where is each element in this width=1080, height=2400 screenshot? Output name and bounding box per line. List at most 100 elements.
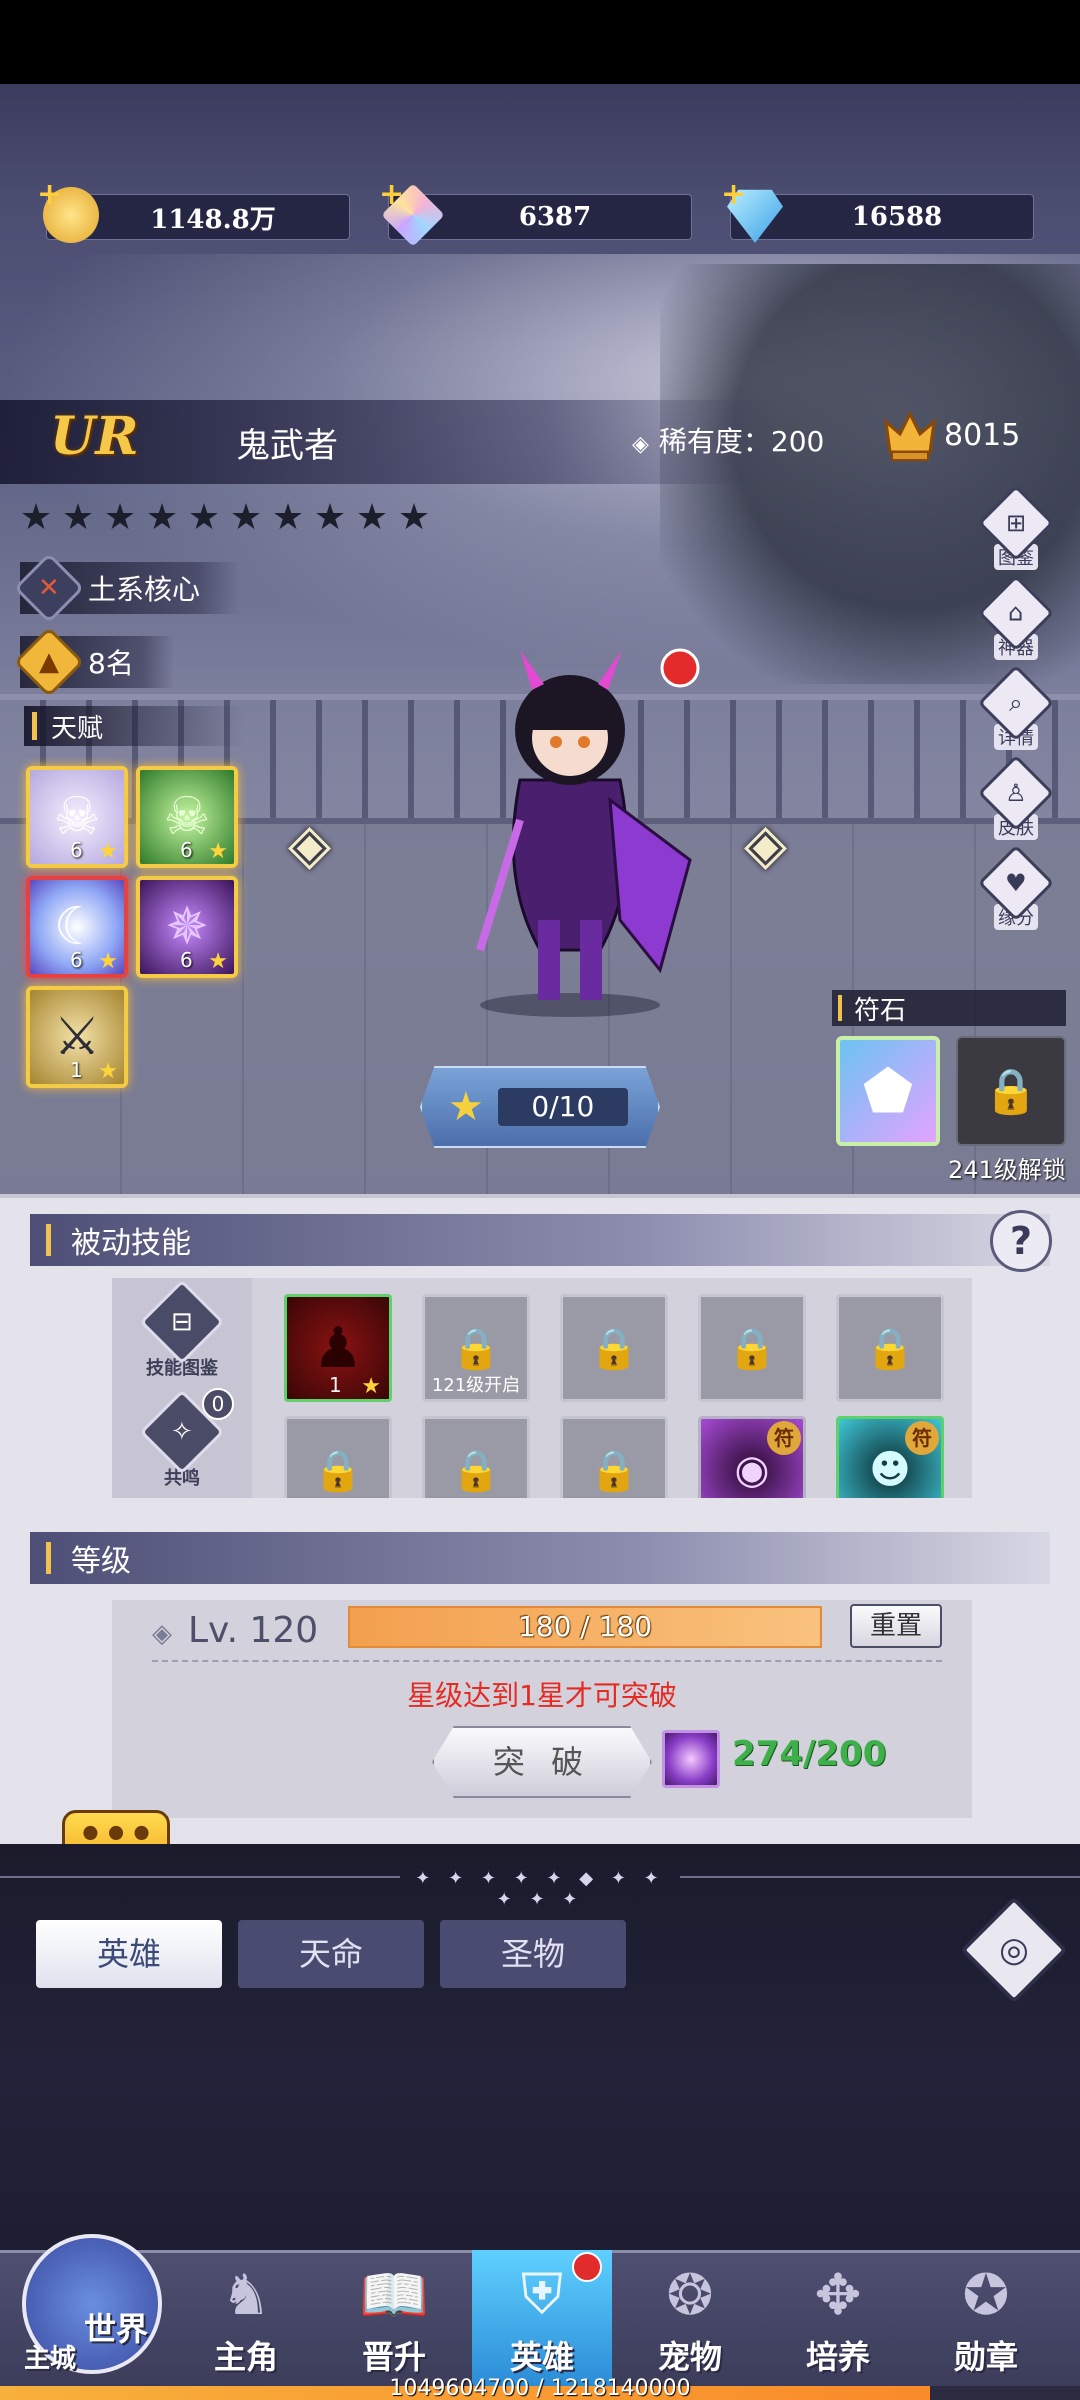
nav-city-label: 主城 [24,2344,77,2374]
crystal-amount: 6387 [518,202,592,232]
lock-icon: 🔒 [313,1447,363,1494]
faction-icon: ✕ [13,552,85,624]
reset-button[interactable]: 重置 [850,1604,942,1648]
shirt-icon: ♙ [977,754,1055,832]
add-crystal-icon[interactable]: + [379,177,404,212]
star-icon: ★ [271,497,305,538]
divider [680,1876,1080,1878]
passive-slot-8[interactable]: 🔒 [560,1416,668,1498]
rune-slot-2-locked[interactable]: 🔒 [956,1036,1066,1146]
star-icon: ★ [313,497,347,538]
nav-medal[interactable]: ✪ 勋章 [916,2250,1056,2388]
diamond-small-icon: ◈ [632,432,649,457]
star-up-button[interactable]: ★ 0/10 [420,1066,660,1148]
level-section-header: 等级 [30,1532,1050,1584]
hero-name: 鬼武者 [236,426,338,466]
shadow-figure-icon: ♟ [312,1315,364,1381]
passive-slot-1[interactable]: ♟ 1 ★ [284,1294,392,1402]
talent-skill-2[interactable]: ☠ 6 ★ [136,766,238,868]
prev-hero-arrow[interactable]: ◈ [288,812,338,877]
passive-slot-7[interactable]: 🔒 [422,1416,530,1498]
passive-rune-slot-1[interactable]: ◉ 符 [698,1416,806,1498]
lock-icon: 🔒 [451,1447,501,1494]
hero-character-sprite[interactable] [440,620,700,1020]
passive-title: 被动技能 [71,1226,191,1261]
gold-currency[interactable]: + 1148.8万 [37,177,350,243]
gold-amount: 1148.8万 [150,204,276,235]
talent-skill-1[interactable]: ☠ 6 ★ [26,766,128,868]
player-exp-text: 1049604700 / 1218140000 [389,2376,691,2400]
codex-icon: ⊞ [977,484,1055,562]
star-icon: ★ [103,497,137,538]
skill-codex-icon: ⊟ [139,1279,225,1365]
star-icon: ★ [208,839,228,864]
passive-slot-2[interactable]: 🔒 121级开启 [422,1294,530,1402]
passive-slot-3[interactable]: 🔒 [560,1294,668,1402]
rune-slot-1[interactable]: ⬟ [836,1036,940,1146]
tab-destiny[interactable]: 天命 [238,1920,424,1988]
rune-badge: 符 [767,1421,801,1455]
eye-icon: ◎ [999,1930,1029,1970]
star-icon: ★ [98,1059,118,1084]
breakthrough-button[interactable]: 突 破 [432,1726,652,1798]
side-bond-button[interactable]: ♥ 缘分 [977,844,1055,938]
side-skin-button[interactable]: ♙ 皮肤 [977,754,1055,848]
star-rating: ★ ★ ★ ★ ★ ★ ★ ★ ★ ★ [18,500,432,536]
resonance-count-badge: 0 [202,1388,234,1420]
skill-level: 6 [70,948,83,972]
skill-codex-button[interactable]: ⊟ 技能图鉴 [139,1279,225,1380]
talent-skill-4[interactable]: ✵ 6 ★ [136,876,238,978]
crystal-currency[interactable]: + 6387 [379,177,692,247]
star-icon: ★ [229,497,263,538]
star-up-icon: ★ [448,1084,484,1130]
level-title: 等级 [71,1544,131,1579]
notification-dot [572,2252,602,2282]
tab-relic[interactable]: 圣物 [440,1920,626,1988]
nav-protagonist[interactable]: ♞ 主角 [176,2250,316,2388]
help-button[interactable]: ? [990,1210,1052,1272]
material-count: 274/200 [732,1734,887,1774]
talent-skill-5[interactable]: ⚔ 1 ★ [26,986,128,1088]
tab-hero[interactable]: 英雄 [36,1920,222,1988]
diamond-currency[interactable]: + 16588 [721,177,1034,243]
star-icon: ★ [19,497,53,538]
nav-promote-label: 晋升 [361,2338,426,2376]
faction-tag[interactable]: ✕ 土系核心 [13,552,241,624]
rarity-text: 稀有度：200 [658,425,825,458]
divider [152,1660,942,1662]
rune-title-text: 符石 [854,995,907,1026]
star-icon: ★ [361,1374,381,1399]
level-label: ◈ Lv. 120 [152,1610,318,1651]
passive-slot-6[interactable]: 🔒 [284,1416,392,1498]
passive-rune-slot-2[interactable]: ☻ 符 [836,1416,944,1498]
next-hero-arrow[interactable]: ◈ [744,812,794,877]
add-diamond-icon[interactable]: + [721,177,746,212]
status-bar [0,0,1080,84]
faction-label: 土系核心 [88,573,201,606]
rune-crystal-icon: ⬟ [862,1057,914,1125]
purple-orb-icon [662,1730,720,1788]
star-icon: ★ [98,839,118,864]
nav-promote[interactable]: 📖 晋升 [324,2250,464,2388]
exp-bar: 180 / 180 [348,1606,822,1648]
side-details-button[interactable]: ⌕ 详情 [977,664,1055,758]
nav-train[interactable]: ✥ 培养 [768,2250,908,2388]
lock-icon: 🔒 [865,1325,915,1372]
nav-world-button[interactable]: 世界 主城 [12,2214,172,2390]
talent-skill-3[interactable]: ☾ 6 ★ [26,876,128,978]
helmet-icon: ⛨ [521,2262,563,2327]
nav-protagonist-label: 主角 [213,2338,278,2376]
nav-pet[interactable]: ❂ 宠物 [620,2250,760,2388]
book-icon: 📖 [359,2263,429,2328]
passive-slot-4[interactable]: 🔒 [698,1294,806,1402]
side-codex-button[interactable]: ⊞ 图鉴 [977,484,1055,578]
star-icon: ★ [208,949,228,974]
rank-tag[interactable]: ▲ 8名 [13,626,174,698]
rank-icon: ▲ [13,626,85,698]
diamond-small-icon: ◈ [152,1619,172,1649]
rune-badge: 符 [905,1421,939,1455]
nav-hero-label: 英雄 [509,2338,574,2376]
passive-slot-5[interactable]: 🔒 [836,1294,944,1402]
add-gold-icon[interactable]: + [37,177,62,212]
side-artifact-button[interactable]: ⌂ 神器 [977,574,1055,668]
